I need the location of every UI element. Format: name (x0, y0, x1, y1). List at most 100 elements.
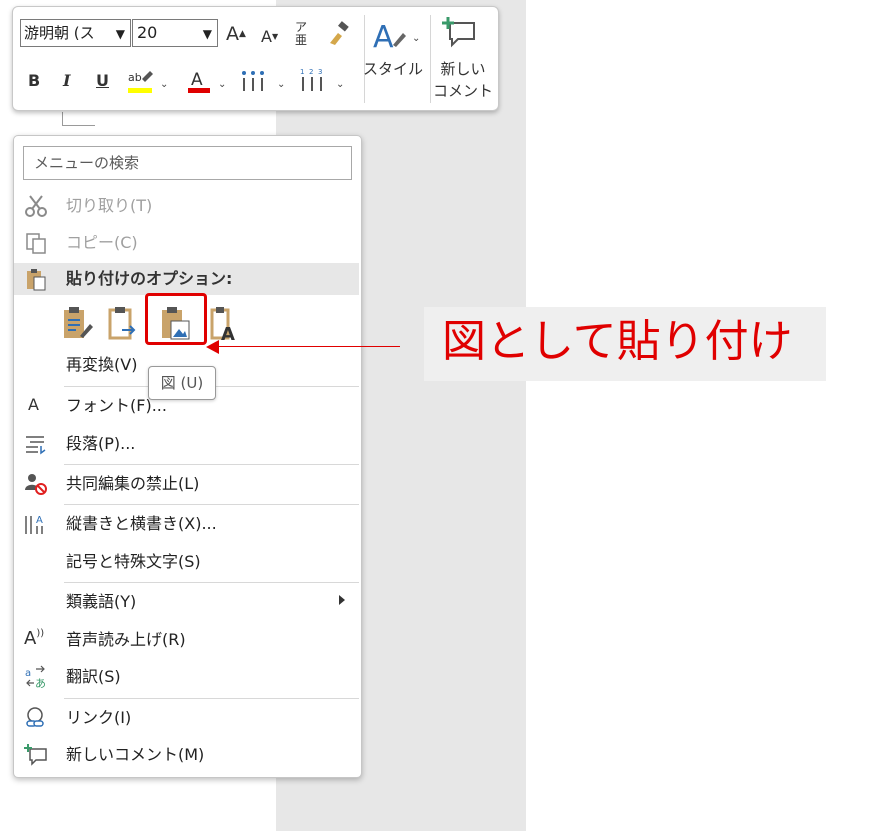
font-size-value: 20 (137, 23, 158, 42)
svg-text:A: A (373, 20, 394, 53)
menu-item-new-comment[interactable]: 新しいコメント(M) (14, 737, 359, 773)
bold-label: B (28, 71, 41, 90)
chevron-down-icon[interactable]: ⌄ (160, 79, 168, 90)
menu-item-translate[interactable]: a あ 翻訳(S) (14, 659, 359, 695)
chevron-down-icon[interactable]: ⌄ (218, 79, 226, 90)
font-color-icon: A (188, 70, 210, 93)
menu-item-read-aloud[interactable]: A)) 音声読み上げ(R) (14, 622, 359, 658)
menu-item-link[interactable]: リンク(I) (14, 700, 359, 736)
paste-merge-icon (108, 307, 136, 340)
block-authors-icon (25, 474, 47, 495)
phonetic-guide-icon: ア亜 (295, 20, 308, 47)
menu-item-cut[interactable]: 切り取り(T) (14, 188, 359, 224)
page-corner-mark (62, 112, 95, 126)
paragraph-icon (26, 436, 46, 455)
clipboard-icon (27, 269, 46, 291)
styles-icon: A (373, 20, 406, 55)
underline-button[interactable]: U (96, 71, 109, 91)
menu-item-symbols[interactable]: 記号と特殊文字(S) (14, 544, 359, 580)
paste-keep-source-icon (64, 307, 93, 338)
format-painter-icon (330, 21, 349, 45)
paste-text-only-button[interactable]: A (210, 306, 242, 345)
document-right-area (526, 0, 870, 831)
bold-button[interactable]: B (28, 71, 40, 91)
menu-divider (64, 698, 359, 699)
menu-item-label: 類義語(Y) (66, 592, 137, 611)
menu-item-block-authors[interactable]: 共同編集の禁止(L) (14, 466, 359, 502)
font-name-value: 游明朝 (ス (24, 24, 95, 42)
svg-text:A: A (221, 324, 235, 342)
translate-icon: a あ (25, 665, 46, 689)
new-comment-icon (442, 17, 475, 48)
numbering-button[interactable]: 123 (299, 67, 331, 98)
svg-text:a: a (25, 668, 31, 679)
submenu-arrow-icon (339, 595, 345, 605)
styles-button[interactable]: A ⌄ (371, 17, 420, 58)
font-color-button[interactable]: A (186, 67, 212, 100)
menu-search-input[interactable]: メニューの検索 (23, 146, 352, 180)
context-menu: メニューの検索 切り取り(T) コピー(C) 貼り付けのオプション: A 再変換… (13, 135, 362, 778)
paste-picture-tooltip: 図 (U) (148, 366, 216, 400)
paste-merge-formatting-button[interactable] (108, 306, 140, 342)
grow-font-button[interactable]: A▲ (226, 24, 246, 44)
highlighter-icon: ab (128, 71, 153, 93)
menu-item-label: コピー(C) (66, 233, 138, 252)
chevron-down-icon[interactable]: ⌄ (336, 79, 344, 90)
menu-item-label: 縦書きと横書き(X)... (66, 514, 217, 533)
svg-text:A: A (191, 70, 203, 90)
copy-icon (26, 233, 46, 254)
menu-item-paragraph[interactable]: 段落(P)... (14, 426, 359, 462)
menu-item-copy[interactable]: コピー(C) (14, 225, 359, 261)
annotation-arrow-line (218, 346, 400, 347)
menu-item-label: 音声読み上げ(R) (66, 630, 186, 649)
shrink-font-icon: A (261, 27, 272, 46)
new-comment-label-2: コメント (432, 82, 493, 100)
font-name-dropdown[interactable]: 游明朝 (ス ▼ (20, 19, 131, 47)
menu-item-label: 再変換(V) (66, 355, 138, 374)
menu-item-label: リンク(I) (66, 708, 132, 727)
text-direction-icon: A (25, 515, 43, 534)
menu-divider (64, 464, 359, 465)
link-icon (26, 707, 44, 727)
grow-font-icon: A (226, 23, 239, 45)
chevron-down-icon: ▼ (115, 27, 125, 41)
paste-text-only-icon: A (210, 307, 235, 345)
annotation-arrowhead (206, 340, 219, 354)
bullets-button[interactable] (239, 69, 271, 98)
phonetic-guide-button[interactable]: ア亜 (295, 21, 311, 47)
paste-as-picture-highlight (145, 293, 207, 345)
read-aloud-icon: A)) (24, 628, 45, 649)
paste-keep-formatting-button[interactable] (62, 306, 94, 342)
svg-text:A: A (36, 515, 43, 526)
mini-toolbar: 游明朝 (ス ▼ 20 ▼ A▲ A▼ ア亜 B I U ab ⌄ A ⌄ ⌄ … (12, 6, 499, 111)
menu-item-label: 切り取り(T) (66, 196, 153, 215)
chevron-down-icon[interactable]: ⌄ (277, 79, 285, 90)
shrink-font-button[interactable]: A▼ (261, 27, 278, 47)
svg-text:あ: あ (35, 677, 46, 689)
format-painter-button[interactable] (326, 21, 352, 52)
underline-label: U (96, 71, 109, 90)
italic-button[interactable]: I (63, 71, 70, 91)
chevron-down-icon: ▼ (202, 27, 212, 41)
menu-item-text-direction[interactable]: A 縦書きと横書き(X)... (14, 506, 359, 542)
paste-options-header: 貼り付けのオプション: (14, 263, 359, 295)
styles-label: スタイル (362, 60, 423, 78)
new-comment-icon (24, 744, 47, 766)
menu-item-synonyms[interactable]: 類義語(Y) (14, 584, 359, 620)
menu-item-label: 翻訳(S) (66, 667, 121, 686)
svg-text:3: 3 (318, 68, 322, 76)
menu-divider (64, 504, 359, 505)
chevron-down-icon: ⌄ (412, 33, 421, 44)
menu-item-label: 段落(P)... (66, 434, 136, 453)
svg-text:2: 2 (309, 68, 313, 76)
italic-label: I (63, 71, 71, 90)
highlight-button[interactable]: ab (126, 67, 156, 100)
font-size-dropdown[interactable]: 20 ▼ (132, 19, 218, 47)
new-comment-label-1: 新しい (440, 60, 486, 78)
menu-divider (64, 582, 359, 583)
svg-text:ab: ab (128, 71, 142, 84)
menu-item-label: 貼り付けのオプション: (66, 269, 233, 288)
new-comment-button[interactable] (442, 15, 478, 54)
menu-item-label: 共同編集の禁止(L) (66, 474, 200, 493)
font-icon: A (28, 395, 39, 414)
